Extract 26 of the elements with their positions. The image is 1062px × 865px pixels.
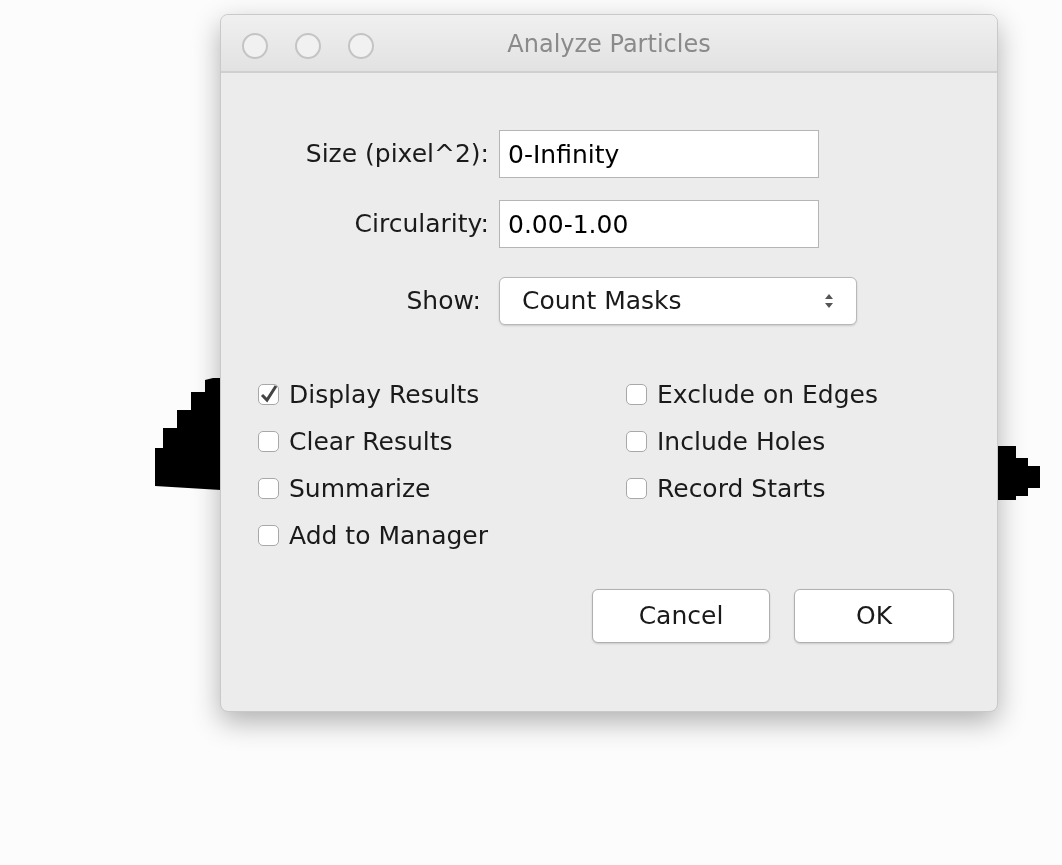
brush-stroke-drawing: [998, 446, 1040, 500]
checkbox[interactable]: [258, 478, 279, 499]
checkbox-label: Record Starts: [657, 472, 826, 505]
checkbox-label: Include Holes: [657, 425, 826, 458]
checkbox-label: Display Results: [289, 378, 480, 411]
checkbox-label: Summarize: [289, 472, 431, 505]
text-field[interactable]: 0-Infinity: [499, 130, 819, 178]
field-label: Show:: [406, 286, 481, 316]
checkbox[interactable]: [626, 384, 647, 405]
checkbox-label: Exclude on Edges: [657, 378, 878, 411]
window-controls-icon[interactable]: [241, 32, 375, 60]
field-label: Circularity:: [354, 209, 489, 239]
ok-button[interactable]: OK: [794, 589, 954, 643]
window-title: Analyze Particles: [507, 30, 711, 58]
checkbox[interactable]: [626, 431, 647, 452]
show-dropdown[interactable]: Count Masks: [499, 277, 857, 325]
checkbox[interactable]: [258, 384, 279, 405]
cancel-button[interactable]: Cancel: [592, 589, 770, 643]
checkbox-label: Clear Results: [289, 425, 453, 458]
text-field[interactable]: 0.00-1.00: [499, 200, 819, 248]
checkbox[interactable]: [258, 525, 279, 546]
checkbox-label: Add to Manager: [289, 519, 488, 552]
field-label: Size (pixel^2):: [305, 139, 489, 169]
checkbox[interactable]: [258, 431, 279, 452]
stepper-icon: [824, 292, 834, 310]
checkbox[interactable]: [626, 478, 647, 499]
